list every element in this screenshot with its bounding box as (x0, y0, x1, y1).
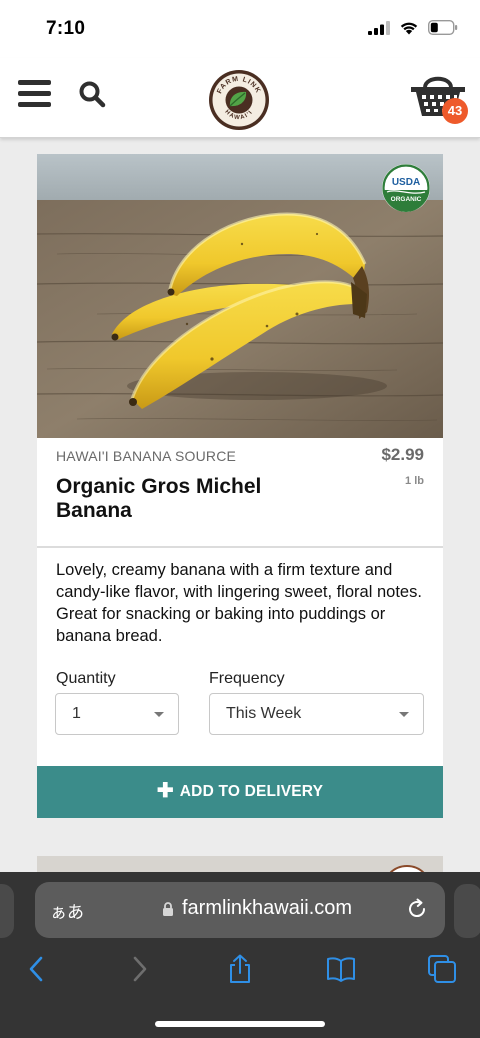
lock-icon (163, 901, 173, 916)
site-header: FARM LINK HAWAI'I (0, 58, 480, 138)
cart-count-badge[interactable]: 43 (442, 98, 468, 124)
divider (37, 546, 443, 548)
chevron-down-icon (399, 712, 409, 717)
previous-tab-peek[interactable] (0, 884, 14, 938)
tabs-icon[interactable] (427, 954, 457, 984)
home-indicator[interactable] (155, 1021, 325, 1027)
quantity-value: 1 (72, 705, 81, 722)
chevron-down-icon (154, 712, 164, 717)
back-icon[interactable] (22, 954, 52, 984)
share-icon[interactable] (225, 954, 255, 984)
browser-toolbar: ぁあ farmlinkhawaii.com (0, 872, 480, 1038)
product-unit: 1 lb (405, 475, 424, 487)
status-icons (368, 20, 458, 35)
usda-organic-badge: USDA ORGANIC (382, 164, 430, 212)
badge-usda-text: USDA (392, 177, 420, 188)
url-text: farmlinkhawaii.com (182, 897, 353, 919)
wifi-icon (400, 22, 418, 35)
quantity-label: Quantity (56, 670, 116, 687)
product-price: $2.99 (381, 445, 424, 464)
add-to-delivery-label: ADD TO DELIVERY (179, 783, 324, 800)
vendor-name[interactable]: HAWAI'I BANANA SOURCE (56, 448, 236, 464)
frequency-value: This Week (226, 705, 302, 722)
status-time: 7:10 (46, 18, 86, 39)
hamburger-menu-icon[interactable] (18, 80, 51, 108)
search-icon[interactable] (78, 80, 106, 108)
bookmarks-icon[interactable] (326, 954, 356, 984)
forward-icon[interactable] (124, 954, 154, 984)
frequency-label: Frequency (209, 670, 285, 687)
url-display[interactable]: farmlinkhawaii.com (162, 897, 352, 920)
add-to-delivery-button[interactable]: ✚ ADD TO DELIVERY (37, 766, 443, 818)
quantity-select[interactable]: 1 (55, 693, 179, 735)
next-tab-peek[interactable] (454, 884, 480, 938)
battery-icon (428, 20, 458, 35)
farm-link-hawaii-logo[interactable]: FARM LINK HAWAI'I (208, 69, 270, 131)
address-bar[interactable]: ぁあ farmlinkhawaii.com (35, 882, 445, 938)
plus-icon: ✚ (156, 780, 174, 802)
product-description: Lovely, creamy banana with a firm textur… (56, 561, 422, 645)
product-card: USDA ORGANIC HAWAI'I BANANA SOURCE $2.99… (37, 154, 443, 818)
page-settings-button[interactable]: ぁあ (50, 898, 84, 923)
frequency-select[interactable]: This Week (209, 693, 424, 735)
badge-organic-text: ORGANIC (391, 196, 422, 203)
status-bar: 7:10 (0, 0, 480, 58)
product-name[interactable]: Organic Gros Michel Banana (56, 475, 326, 523)
reload-icon[interactable] (405, 897, 429, 921)
signal-icon (368, 20, 390, 35)
